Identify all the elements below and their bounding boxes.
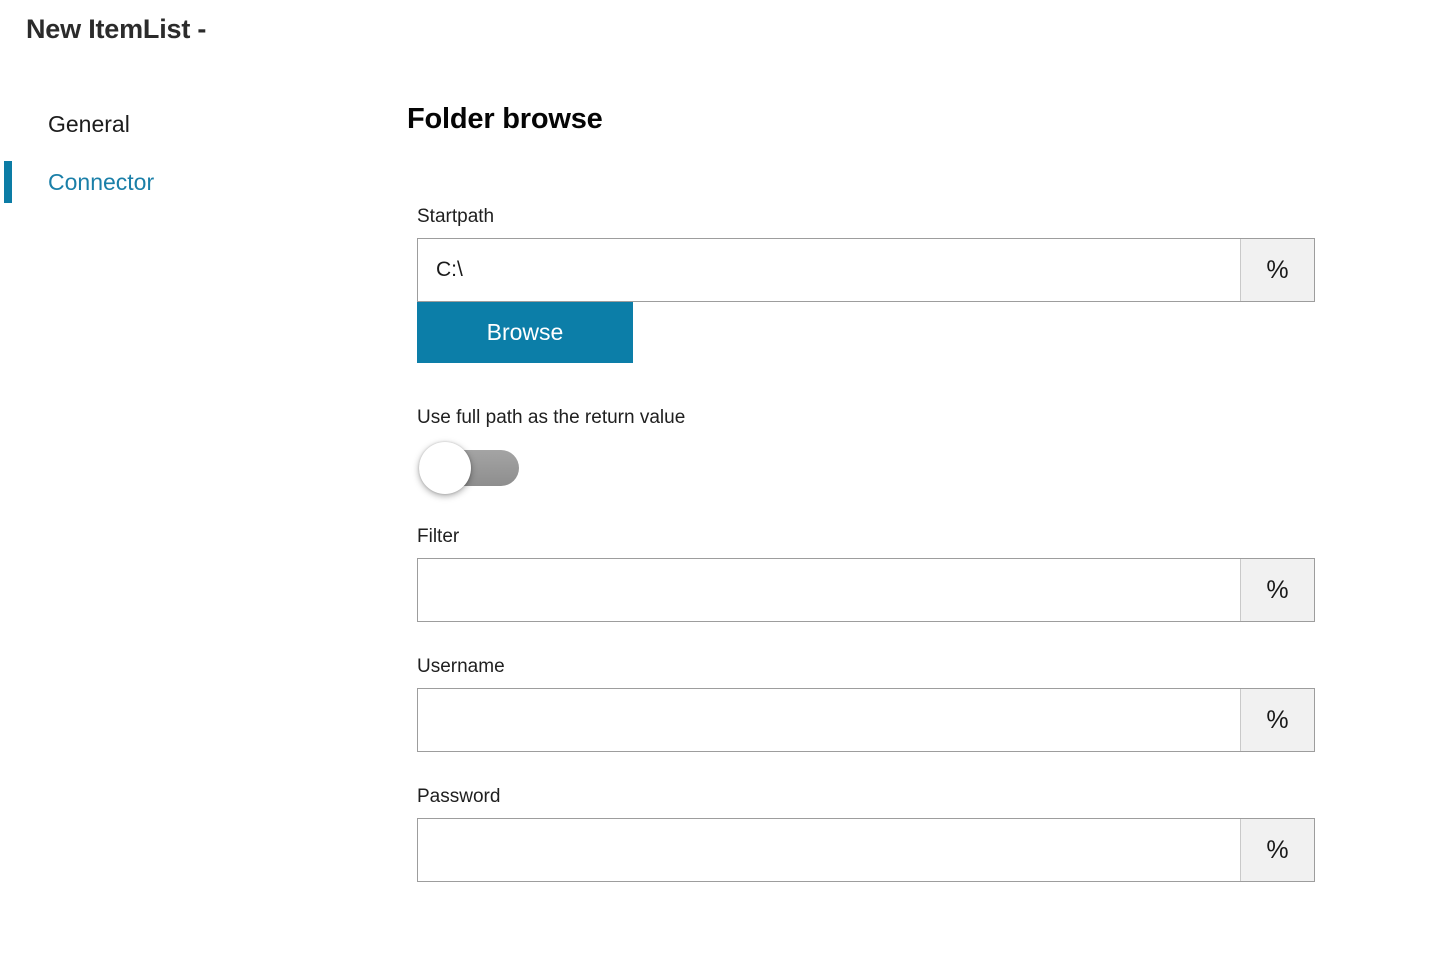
username-variable-percent-button[interactable]: %: [1240, 689, 1314, 751]
startpath-input-row: %: [417, 238, 1315, 302]
use-full-path-label: Use full path as the return value: [417, 407, 686, 428]
password-variable-percent-button[interactable]: %: [1240, 819, 1314, 881]
field-group-use-full-path: Use full path as the return value: [417, 406, 1327, 497]
sidebar-item-general[interactable]: General: [0, 95, 380, 153]
page-title: Folder browse: [407, 103, 603, 135]
browse-button[interactable]: Browse: [417, 302, 633, 363]
sidebar-item-label: Connector: [48, 168, 155, 195]
startpath-variable-percent-button[interactable]: %: [1240, 239, 1314, 301]
use-full-path-toggle[interactable]: [419, 439, 523, 497]
field-group-filter: Filter %: [417, 525, 1327, 622]
filter-input[interactable]: [418, 559, 1240, 621]
startpath-input[interactable]: [418, 239, 1240, 301]
password-input[interactable]: [418, 819, 1240, 881]
sidebar-item-connector[interactable]: Connector: [0, 153, 380, 211]
window-title: New ItemList -: [26, 14, 207, 44]
field-group-username: Username %: [417, 655, 1327, 752]
sidebar-item-label: General: [48, 110, 130, 137]
field-group-password: Password %: [417, 785, 1327, 882]
sidebar: General Connector: [0, 95, 380, 211]
username-input-row: %: [417, 688, 1315, 752]
password-label: Password: [417, 786, 501, 807]
toggle-knob: [419, 442, 471, 494]
filter-variable-percent-button[interactable]: %: [1240, 559, 1314, 621]
selected-accent-bar: [4, 161, 12, 203]
startpath-label: Startpath: [417, 206, 495, 227]
connector-settings-form: Startpath % Browse Use full path as the …: [417, 205, 1327, 882]
username-label: Username: [417, 656, 505, 677]
filter-label: Filter: [417, 526, 460, 547]
field-group-startpath: Startpath % Browse: [417, 205, 1327, 363]
password-input-row: %: [417, 818, 1315, 882]
username-input[interactable]: [418, 689, 1240, 751]
filter-input-row: %: [417, 558, 1315, 622]
